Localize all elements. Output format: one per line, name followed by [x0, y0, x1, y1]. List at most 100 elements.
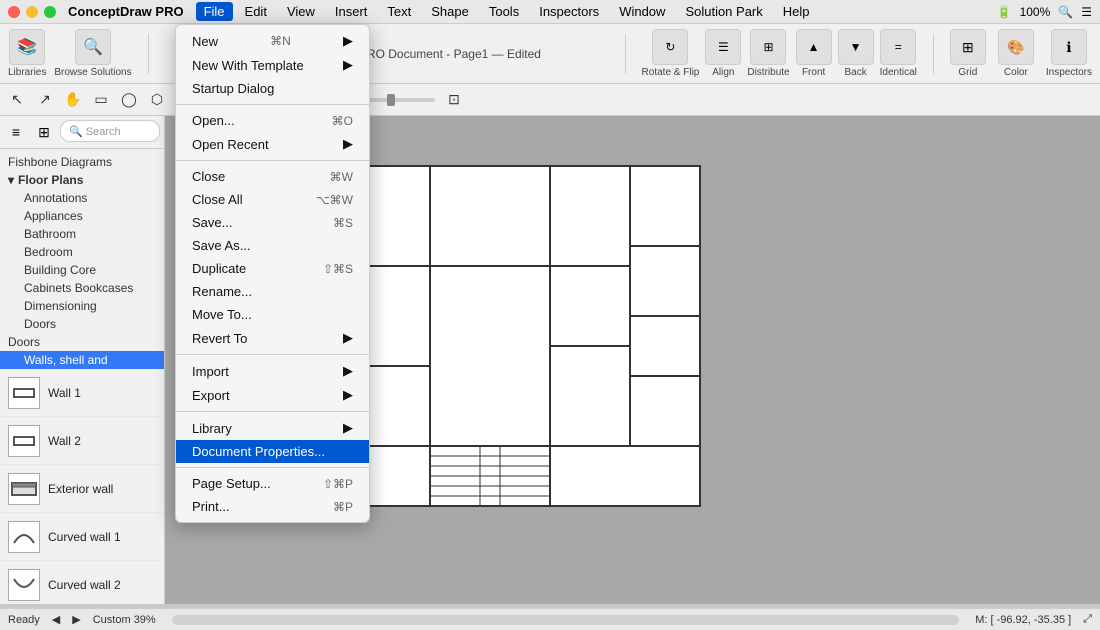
file-menu-save-as[interactable]: Save As... [176, 234, 369, 257]
sidebar-item-fishbone[interactable]: Fishbone Diagrams [0, 153, 164, 171]
file-menu-move-to[interactable]: Move To... [176, 303, 369, 326]
shape-wall1[interactable]: Wall 1 [0, 369, 164, 417]
file-menu-rename[interactable]: Rename... [176, 280, 369, 303]
menu-item-insert[interactable]: Insert [327, 2, 376, 21]
align-icon: ☰ [705, 29, 741, 65]
status-bar: Ready ◀ ▶ Custom 39% M: [ -96.92, -35.35… [0, 608, 1100, 630]
file-menu-page-setup[interactable]: Page Setup... ⇧⌘P [176, 472, 369, 495]
distribute-button[interactable]: ⊞ Distribute [747, 29, 789, 78]
expand-icon[interactable]: ⤢ [1083, 613, 1092, 626]
sidebar-item-doors-cat[interactable]: Doors [0, 333, 164, 351]
front-button[interactable]: ▲ Front [796, 29, 832, 78]
browse-solutions-button[interactable]: 🔍 Browse Solutions [54, 29, 131, 78]
file-menu-print[interactable]: Print... ⌘P [176, 495, 369, 518]
grid-button[interactable]: ⊞ Grid [950, 29, 986, 78]
select-tool[interactable]: ↖ [4, 87, 30, 113]
status-zoom[interactable]: Custom 39% [93, 614, 156, 626]
menu-item-help[interactable]: Help [775, 2, 818, 21]
toolbar-separator-1 [148, 34, 149, 74]
inspectors-icon: ℹ [1051, 29, 1087, 65]
menu-item-inspectors[interactable]: Inspectors [531, 2, 607, 21]
file-menu-duplicate[interactable]: Duplicate ⇧⌘S [176, 257, 369, 280]
shape-label-exterior-wall: Exterior wall [48, 482, 113, 496]
shape-exterior-wall[interactable]: Exterior wall [0, 465, 164, 513]
file-menu-new[interactable]: New ⌘N ▶ [176, 29, 369, 53]
menu-item-view[interactable]: View [279, 2, 323, 21]
menu-item-text[interactable]: Text [379, 2, 419, 21]
sidebar-item-floor-plans[interactable]: ▾Floor Plans [0, 171, 164, 189]
rectangle-tool[interactable]: ▭ [88, 87, 114, 113]
file-menu-export[interactable]: Export ▶ [176, 383, 369, 407]
traffic-lights [8, 6, 56, 18]
sidebar-list-icon[interactable]: ≡ [4, 120, 28, 144]
file-menu-library[interactable]: Library ▶ [176, 416, 369, 440]
menu-bar-right: 🔋100% 🔍 ☰ [997, 5, 1092, 19]
file-menu-revert-to[interactable]: Revert To ▶ [176, 326, 369, 350]
shape-thumb-exterior-wall [8, 473, 40, 505]
fit-button[interactable]: ⊡ [441, 87, 467, 113]
browse-solutions-icon: 🔍 [75, 29, 111, 65]
libraries-icon: 📚 [9, 29, 45, 65]
file-menu-open[interactable]: Open... ⌘O [176, 109, 369, 132]
menu-divider-1 [176, 104, 369, 105]
status-scroll-right[interactable]: ▶ [72, 613, 80, 626]
file-menu-document-properties[interactable]: Document Properties... [176, 440, 369, 463]
search-input[interactable]: 🔍 Search [60, 120, 160, 142]
menu-item-edit[interactable]: Edit [237, 2, 275, 21]
sidebar-grid-icon[interactable]: ⊞ [32, 120, 56, 144]
pointer-tool[interactable]: ↗ [32, 87, 58, 113]
back-icon: ▼ [838, 29, 874, 65]
file-menu-startup-dialog[interactable]: Startup Dialog [176, 77, 369, 100]
sidebar-item-appliances[interactable]: Appliances [0, 207, 164, 225]
identical-icon: = [880, 29, 916, 65]
file-menu-import[interactable]: Import ▶ [176, 359, 369, 383]
file-menu-open-recent[interactable]: Open Recent ▶ [176, 132, 369, 156]
shape-label-wall2: Wall 2 [48, 434, 81, 448]
menu-divider-4 [176, 411, 369, 412]
sidebar-item-dimensioning[interactable]: Dimensioning [0, 297, 164, 315]
sidebar-item-cabinets[interactable]: Cabinets Bookcases [0, 279, 164, 297]
sidebar-item-doors[interactable]: Doors [0, 315, 164, 333]
menu-item-shape[interactable]: Shape [423, 2, 477, 21]
status-coordinates: M: [ -96.92, -35.35 ] [975, 614, 1071, 626]
pan-tool[interactable]: ✋ [60, 87, 86, 113]
shape-wall2[interactable]: Wall 2 [0, 417, 164, 465]
menu-item-tools[interactable]: Tools [481, 2, 527, 21]
inspectors-button[interactable]: ℹ Inspectors [1046, 29, 1092, 78]
minimize-button[interactable] [26, 6, 38, 18]
status-scroll-left[interactable]: ◀ [52, 613, 60, 626]
align-button[interactable]: ☰ Align [705, 29, 741, 78]
sidebar-item-annotations[interactable]: Annotations [0, 189, 164, 207]
maximize-button[interactable] [44, 6, 56, 18]
identical-button[interactable]: = Identical [880, 29, 917, 78]
file-menu-new-with-template[interactable]: New With Template ▶ [176, 53, 369, 77]
main-layout: ≡ ⊞ 🔍 Search Fishbone Diagrams ▾Floor Pl… [0, 116, 1100, 604]
distribute-icon: ⊞ [750, 29, 786, 65]
sidebar-item-bathroom[interactable]: Bathroom [0, 225, 164, 243]
shape-curved-wall1[interactable]: Curved wall 1 [0, 513, 164, 561]
rotate-flip-button[interactable]: ↻ Rotate & Flip [642, 29, 700, 78]
shape-curved-wall2[interactable]: Curved wall 2 [0, 561, 164, 604]
shape-label-curved-wall1: Curved wall 1 [48, 530, 121, 544]
horizontal-scrollbar[interactable] [172, 615, 959, 625]
sidebar-item-walls[interactable]: Walls, shell and structure [0, 351, 164, 369]
sidebar-item-building-core[interactable]: Building Core [0, 261, 164, 279]
menu-item-window[interactable]: Window [611, 2, 673, 21]
sidebar-item-bedroom[interactable]: Bedroom [0, 243, 164, 261]
shape-thumb-curved-wall1 [8, 521, 40, 553]
shape-thumb-wall2 [8, 425, 40, 457]
file-menu-close-all[interactable]: Close All ⌥⌘W [176, 188, 369, 211]
ellipse-tool[interactable]: ◯ [116, 87, 142, 113]
menu-divider-3 [176, 354, 369, 355]
file-menu-save[interactable]: Save... ⌘S [176, 211, 369, 234]
file-menu-close[interactable]: Close ⌘W [176, 165, 369, 188]
menu-item-file[interactable]: File [196, 2, 233, 21]
libraries-button[interactable]: 📚 Libraries [8, 29, 46, 78]
toolbar-separator-3 [933, 34, 934, 74]
close-button[interactable] [8, 6, 20, 18]
menu-item-solution-park[interactable]: Solution Park [677, 2, 770, 21]
back-button[interactable]: ▼ Back [838, 29, 874, 78]
file-menu-dropdown: New ⌘N ▶ New With Template ▶ Startup Dia… [175, 24, 370, 523]
polygon-tool[interactable]: ⬡ [144, 87, 170, 113]
color-button[interactable]: 🎨 Color [998, 29, 1034, 78]
